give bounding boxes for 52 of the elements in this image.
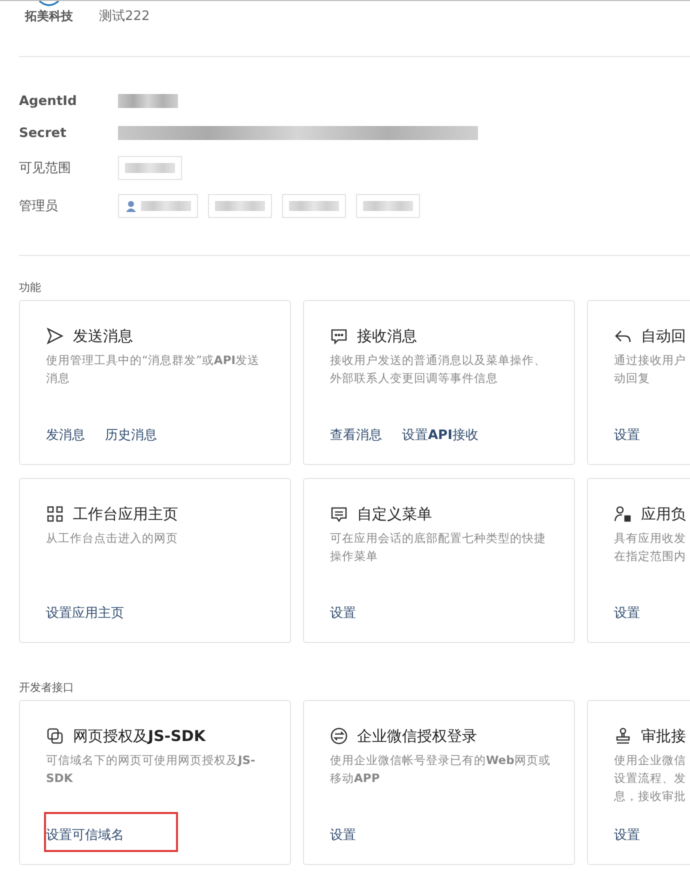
speech-bubble-icon [330,327,348,345]
field-label: Secret [19,126,68,140]
card-title: 发送消息 [73,326,133,346]
user-icon [125,200,137,212]
menu-bubble-icon [330,505,348,523]
section-title: 功能 [18,280,42,296]
section-title: 开发者接口 [18,680,75,696]
action-link[interactable]: 设置 [614,604,640,622]
card-description: 通过接收用户 动回复 [614,352,687,387]
company-name: 拓美科技 [25,8,73,25]
action-link[interactable]: 发消息 [46,426,85,444]
card-title: 自动回 [641,326,686,346]
person-icon [614,505,632,523]
field-label: 可见范围 [19,160,72,177]
action-link[interactable]: 设置 [614,426,640,444]
card-description: 使用管理工具中的“消息群发”或API发送 消息 [46,352,261,387]
card-title: 审批接 [641,726,686,746]
card-description: 从工作台点击进入的网页 [46,530,179,547]
field-label: 管理员 [19,198,59,215]
card-title: 工作台应用主页 [73,504,178,524]
action-link[interactable]: 历史消息 [105,426,157,444]
card-title: 自定义菜单 [357,504,432,524]
card-description: 可在应用会话的底部配置七种类型的快捷 操作菜单 [330,530,547,565]
card-title: 应用负 [641,504,686,524]
grid-icon [46,505,64,523]
action-link[interactable]: 设置可信域名 [46,814,176,850]
action-link[interactable]: 设置API接收 [402,426,478,444]
card-description: 接收用户发送的普通消息以及菜单操作、 外部联系人变更回调等事件信息 [330,352,547,387]
action-link[interactable]: 设置 [614,826,640,844]
card-description: 使用企业微信帐号登录已有的Web网页或 移动APP [330,752,552,787]
action-link[interactable]: 设置 [330,604,356,622]
redacted-name [141,201,191,211]
action-link[interactable]: 查看消息 [330,426,382,444]
overlapping-squares-icon [46,727,64,745]
redacted-value [118,94,178,108]
app-name: 测试222 [99,8,150,25]
card-title: 接收消息 [357,326,417,346]
card-description: 使用企业微信 设置流程、发 息，接收审批 [614,752,687,805]
paper-plane-icon [46,327,64,345]
card-description: 具有应用收发 在指定范围内 [614,530,687,565]
field-label: AgentId [19,94,78,108]
action-link[interactable]: 设置应用主页 [46,604,124,622]
redacted-chip [356,194,420,218]
swap-arrows-icon [330,727,348,745]
redacted-chip [208,194,272,218]
stamp-icon [614,727,632,745]
card-description: 可信域名下的网页可使用网页授权及JS- SDK [46,752,256,787]
action-link[interactable]: 设置 [330,826,356,844]
card-title: 企业微信授权登录 [357,726,477,746]
redacted-chip [282,194,346,218]
redacted-chip [118,156,182,180]
card-title: 网页授权及JS-SDK [73,726,206,746]
